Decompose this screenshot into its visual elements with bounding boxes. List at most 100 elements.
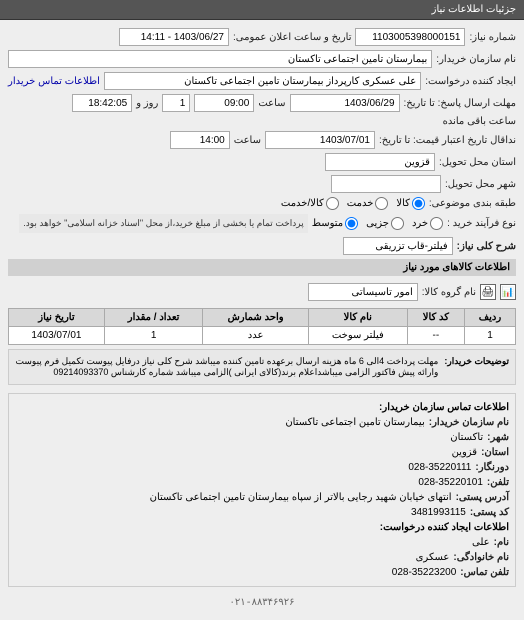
creator-label: ایجاد کننده درخواست: [425, 76, 516, 87]
row-goods-group: 📊 🖨 نام گروه کالا: امور تاسیساتی [8, 280, 516, 304]
family-value: عسکری [416, 552, 450, 563]
postal-label: کد پستی: [470, 507, 509, 518]
fax-value: 028-35220111 [408, 462, 471, 473]
page-header: جزئیات اطلاعات نیاز [0, 0, 524, 20]
valid-label: نداقال تاریخ اعتبار قیمت: تا تاریخ: [379, 135, 516, 146]
saat-label-2: ساعت [234, 135, 261, 146]
radio-high[interactable] [345, 217, 358, 230]
cell-code: -- [407, 327, 464, 345]
radio-both-label: کالا/خدمت [281, 198, 324, 209]
request-number-value: 1103005398000151 [355, 28, 465, 46]
category-radio-group: کالا خدمت کالا/خدمت [281, 197, 425, 210]
goods-section-title: اطلاعات کالاهای مورد نیاز [8, 259, 516, 276]
goods-group-value: امور تاسیساتی [308, 283, 418, 301]
row-response-deadline: مهلت ارسال پاسخ: تا تاریخ: 1403/06/29 سا… [8, 94, 516, 127]
th-name: نام کالا [308, 309, 407, 327]
tel-value: 028-35220101 [418, 477, 483, 488]
buyer-description-row: توضیحات خریدار: مهلت پرداخت 4الی 6 ماه ه… [8, 349, 516, 385]
response-deadline-label: مهلت ارسال پاسخ: تا تاریخ: [404, 98, 516, 109]
request-number-label: شماره نیاز: [469, 32, 516, 43]
remain-label: روز و [136, 98, 158, 109]
name-label: نام: [494, 537, 509, 548]
goods-table: ردیف کد کالا نام کالا واحد شمارش تعداد /… [8, 308, 516, 345]
th-date: تاریخ نیاز [9, 309, 105, 327]
fax-label: دورنگار: [475, 462, 509, 473]
contact-link[interactable]: اطلاعات تماس خریدار [8, 76, 100, 87]
row-creator: ایجاد کننده درخواست: علی عسکری کارپرداز … [8, 72, 516, 90]
announce-label: تاریخ و ساعت اعلان عمومی: [233, 32, 352, 43]
place-value: قزوین [325, 153, 435, 171]
radio-khedmat[interactable] [375, 197, 388, 210]
radio-low-label: خرد [412, 218, 428, 229]
announce-value: 1403/06/27 - 14:11 [119, 28, 229, 46]
cell-unit: عدد [203, 327, 309, 345]
org-label: نام سازمان خریدار: [429, 417, 509, 428]
cell-date: 1403/07/01 [9, 327, 105, 345]
postal-value: 3481993115 [411, 507, 466, 518]
toolbar: 📊 🖨 [480, 284, 516, 300]
province-value: قزوین [452, 447, 478, 458]
province-label: استان: [481, 447, 509, 458]
contact-tel-label: تلفن تماس: [460, 567, 509, 578]
response-date: 1403/06/29 [290, 94, 400, 112]
contact-tel-value: 028-35223200 [392, 567, 457, 578]
payment-note: پرداخت تمام یا بخشی از مبلغ خرید،از محل … [19, 214, 307, 233]
row-place: استان محل تحویل: قزوین [8, 153, 516, 171]
radio-medium-label: جزیی [366, 218, 389, 229]
contact-city-value: تاکستان [450, 432, 483, 443]
row-request-number: شماره نیاز: 1103005398000151 تاریخ و ساع… [8, 28, 516, 46]
main-content: شماره نیاز: 1103005398000151 تاریخ و ساع… [0, 20, 524, 620]
desc-text: مهلت پرداخت 4الی 6 ماه هزینه ارسال برعهد… [15, 356, 438, 378]
th-qty: تعداد / مقدار [104, 309, 202, 327]
cell-name: فیلتر سوخت [308, 327, 407, 345]
radio-both[interactable] [326, 197, 339, 210]
contact-info-box: اطلاعات تماس سازمان خریدار: نام سازمان خ… [8, 393, 516, 587]
buyer-value: بیمارستان تامین اجتماعی تاکستان [8, 50, 432, 68]
radio-low[interactable] [430, 217, 443, 230]
contact-section-title: اطلاعات تماس سازمان خریدار: [15, 400, 509, 415]
th-num: ردیف [465, 309, 516, 327]
desc-label: توضیحات خریدار: [444, 356, 509, 378]
address-label: آدرس پستی: [456, 492, 509, 503]
family-label: نام خانوادگی: [453, 552, 509, 563]
remain-time: 18:42:05 [72, 94, 132, 112]
req-creator-label: اطلاعات ایجاد کننده درخواست: [15, 520, 509, 535]
radio-high-label: متوسط [312, 218, 343, 229]
place-label: استان محل تحویل: [439, 157, 516, 168]
table-header-row: ردیف کد کالا نام کالا واحد شمارش تعداد /… [9, 309, 516, 327]
page-title: جزئیات اطلاعات نیاز [432, 4, 516, 15]
row-subject: شرح کلی نیاز: فیلتر-قاب تزریقی [8, 237, 516, 255]
subject-label: شرح کلی نیاز: [457, 241, 516, 252]
radio-medium[interactable] [391, 217, 404, 230]
row-valid-deadline: نداقال تاریخ اعتبار قیمت: تا تاریخ: 1403… [8, 131, 516, 149]
contact-city-label: شهر: [487, 432, 509, 443]
valid-time: 14:00 [170, 131, 230, 149]
row-method: نوع فرآیند خرید : خرد جزیی متوسط پرداخت … [8, 214, 516, 233]
category-label: طبقه بندی موضوعی: [429, 198, 516, 209]
row-city: شهر محل تحویل: [8, 175, 516, 193]
org-value: بیمارستان تامین اجتماعی تاکستان [285, 417, 424, 428]
row-buyer: نام سازمان خریدار: بیمارستان تامین اجتما… [8, 50, 516, 68]
response-time: 09:00 [194, 94, 254, 112]
subject-value: فیلتر-قاب تزریقی [343, 237, 453, 255]
th-code: کد کالا [407, 309, 464, 327]
goods-group-label: نام گروه کالا: [422, 287, 476, 298]
radio-kala[interactable] [412, 197, 425, 210]
cell-num: 1 [465, 327, 516, 345]
footer-phone: ۰۲۱-۸۸۳۴۶۹۲۶ [8, 593, 516, 613]
name-value: علی [472, 537, 490, 548]
remain-days: 1 [162, 94, 190, 112]
excel-icon[interactable]: 📊 [500, 284, 516, 300]
saat-label-1: ساعت [258, 98, 285, 109]
table-row[interactable]: 1 -- فیلتر سوخت عدد 1 1403/07/01 [9, 327, 516, 345]
creator-value: علی عسکری کارپرداز بیمارستان تامین اجتما… [104, 72, 421, 90]
tel-label: تلفن: [487, 477, 509, 488]
city-value [331, 175, 441, 193]
city-label: شهر محل تحویل: [445, 179, 516, 190]
address-value: انتهای خیابان شهید رجایی بالاتر از سپاه … [150, 492, 452, 503]
row-category: طبقه بندی موضوعی: کالا خدمت کالا/خدمت [8, 197, 516, 210]
print-icon[interactable]: 🖨 [480, 284, 496, 300]
radio-kala-label: کالا [396, 198, 410, 209]
method-radio-group: خرد جزیی متوسط [312, 217, 443, 230]
cell-qty: 1 [104, 327, 202, 345]
